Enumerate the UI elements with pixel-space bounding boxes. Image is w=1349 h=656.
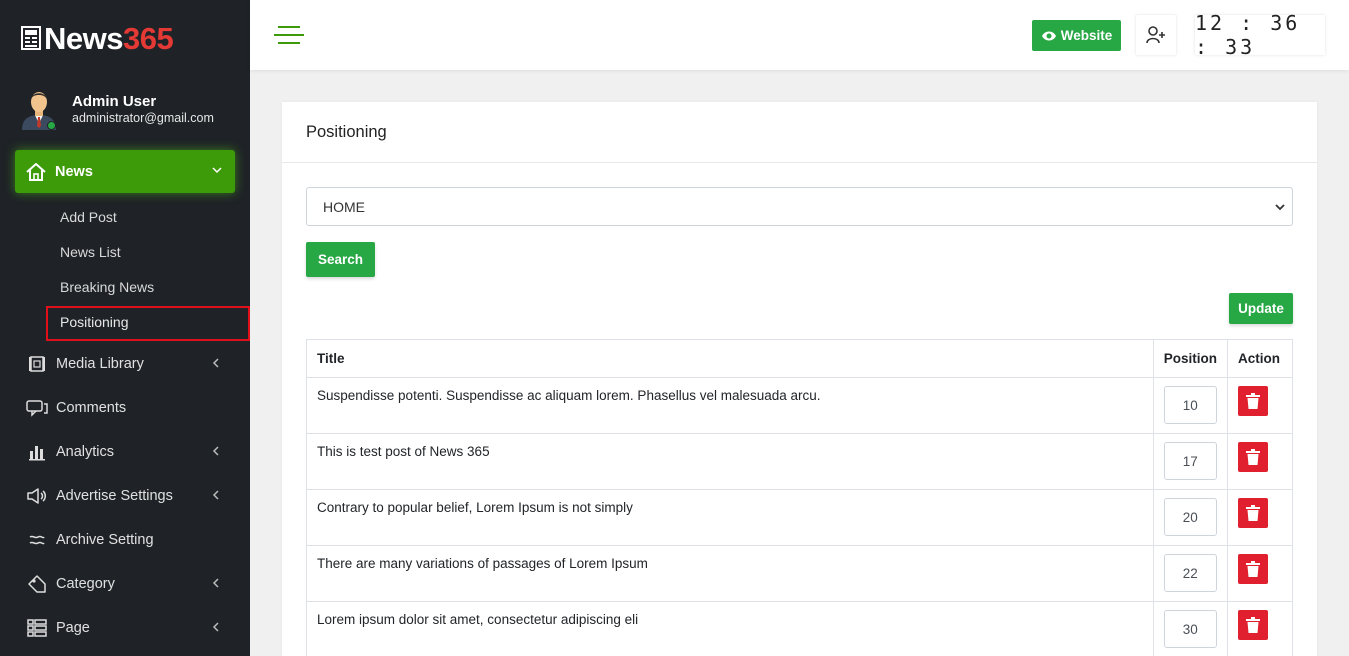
sidebar-item-label: Analytics — [56, 444, 115, 460]
website-button[interactable]: Website — [1032, 20, 1121, 51]
sidebar-item-analytics[interactable]: Analytics — [0, 430, 250, 474]
avatar — [20, 88, 58, 130]
section-select[interactable]: HOME — [306, 187, 1293, 226]
submenu-breaking-news[interactable]: Breaking News — [0, 270, 250, 305]
column-header-action: Action — [1227, 339, 1293, 378]
list-icon — [26, 617, 48, 639]
table-row: Contrary to popular belief, Lorem Ipsum … — [306, 489, 1293, 546]
chevron-left-icon — [212, 446, 219, 456]
waves-icon — [26, 529, 48, 551]
table-row: Suspendisse potenti. Suspendisse ac aliq… — [306, 377, 1293, 434]
submenu-news-list[interactable]: News List — [0, 235, 250, 270]
position-input[interactable]: 17 — [1163, 442, 1217, 480]
submenu-add-post[interactable]: Add Post — [0, 200, 250, 235]
table-header-row: Title Position Action — [306, 339, 1293, 378]
sidebar-item-media-library[interactable]: Media Library — [0, 342, 250, 386]
sidebar-menu: News Add Post News List Breaking News Po… — [0, 150, 250, 650]
trash-icon — [1246, 561, 1260, 577]
table-row: Lorem ipsum dolor sit amet, consectetur … — [306, 601, 1293, 656]
online-status-dot — [47, 121, 56, 130]
chevron-left-icon — [212, 622, 219, 632]
add-user-icon — [1146, 26, 1165, 44]
chevron-down-icon — [212, 167, 222, 174]
user-profile[interactable]: Admin User administrator@gmail.com — [20, 88, 214, 130]
newspaper-icon — [21, 26, 41, 50]
section-select-value: HOME — [323, 198, 365, 215]
comments-icon — [26, 397, 48, 419]
brand-logo[interactable]: News365 — [21, 18, 174, 58]
sidebar-item-category[interactable]: Category — [0, 562, 250, 606]
sidebar-item-comments[interactable]: Comments — [0, 386, 250, 430]
topbar: Website 12 : 36 : 33 — [250, 0, 1349, 70]
sidebar-item-page[interactable]: Page — [0, 606, 250, 650]
sidebar-item-label: Page — [56, 620, 90, 636]
delete-button[interactable] — [1238, 610, 1268, 640]
megaphone-icon — [26, 485, 48, 507]
table-row: There are many variations of passages of… — [306, 545, 1293, 602]
trash-icon — [1246, 617, 1260, 633]
brand-name: News365 — [44, 20, 174, 56]
position-input[interactable]: 10 — [1163, 386, 1217, 424]
positioning-card: Positioning HOME Search Update Title Pos… — [282, 102, 1317, 656]
sidebar-item-label: Category — [56, 576, 115, 592]
sidebar: News365 Admin User administrator@gmail.c… — [0, 0, 250, 656]
media-library-icon — [26, 353, 48, 375]
tag-icon — [26, 573, 48, 595]
sidebar-item-label: Comments — [56, 400, 127, 416]
submenu-positioning[interactable]: Positioning — [0, 305, 250, 341]
sidebar-item-news[interactable]: News — [15, 150, 235, 193]
sidebar-item-archive-setting[interactable]: Archive Setting — [0, 518, 250, 562]
delete-button[interactable] — [1238, 554, 1268, 584]
bar-chart-icon — [26, 441, 48, 463]
position-input[interactable]: 22 — [1163, 554, 1217, 592]
sidebar-item-label: Media Library — [56, 356, 144, 372]
selection-highlight — [46, 306, 250, 341]
trash-icon — [1246, 505, 1260, 521]
news-submenu: Add Post News List Breaking News Positio… — [0, 200, 250, 341]
post-title: Suspendisse potenti. Suspendisse ac aliq… — [306, 377, 1154, 434]
positioning-table: Title Position Action Suspendisse potent… — [306, 339, 1293, 656]
position-input[interactable]: 20 — [1163, 498, 1217, 536]
search-button[interactable]: Search — [306, 242, 375, 277]
sidebar-item-label: Archive Setting — [56, 532, 154, 548]
trash-icon — [1246, 449, 1260, 465]
chevron-left-icon — [212, 490, 219, 500]
column-header-position: Position — [1152, 339, 1229, 378]
chevron-left-icon — [212, 358, 219, 368]
page-title: Positioning — [282, 102, 1317, 163]
eye-icon — [1041, 31, 1056, 40]
delete-button[interactable] — [1238, 498, 1268, 528]
position-input[interactable]: 30 — [1163, 610, 1217, 648]
user-name: Admin User — [72, 93, 157, 110]
chevron-left-icon — [212, 578, 219, 588]
add-user-button[interactable] — [1136, 15, 1176, 55]
column-header-title: Title — [306, 339, 1154, 378]
post-title: There are many variations of passages of… — [306, 545, 1154, 602]
sidebar-item-label: Advertise Settings — [56, 488, 173, 504]
post-title: Lorem ipsum dolor sit amet, consectetur … — [306, 601, 1154, 656]
delete-button[interactable] — [1238, 442, 1268, 472]
post-title: This is test post of News 365 — [306, 433, 1154, 490]
user-email: administrator@gmail.com — [72, 111, 214, 125]
delete-button[interactable] — [1238, 386, 1268, 416]
trash-icon — [1246, 393, 1260, 409]
digital-clock: 12 : 36 : 33 — [1195, 11, 1325, 59]
home-icon — [26, 162, 46, 181]
hamburger-menu-icon[interactable] — [274, 25, 304, 45]
chevron-down-icon — [1275, 204, 1285, 211]
sidebar-item-advertise-settings[interactable]: Advertise Settings — [0, 474, 250, 518]
table-row: This is test post of News 365 17 — [306, 433, 1293, 490]
sidebar-item-label: News — [55, 163, 93, 180]
update-button[interactable]: Update — [1229, 293, 1293, 324]
post-title: Contrary to popular belief, Lorem Ipsum … — [306, 489, 1154, 546]
website-button-label: Website — [1060, 28, 1113, 43]
